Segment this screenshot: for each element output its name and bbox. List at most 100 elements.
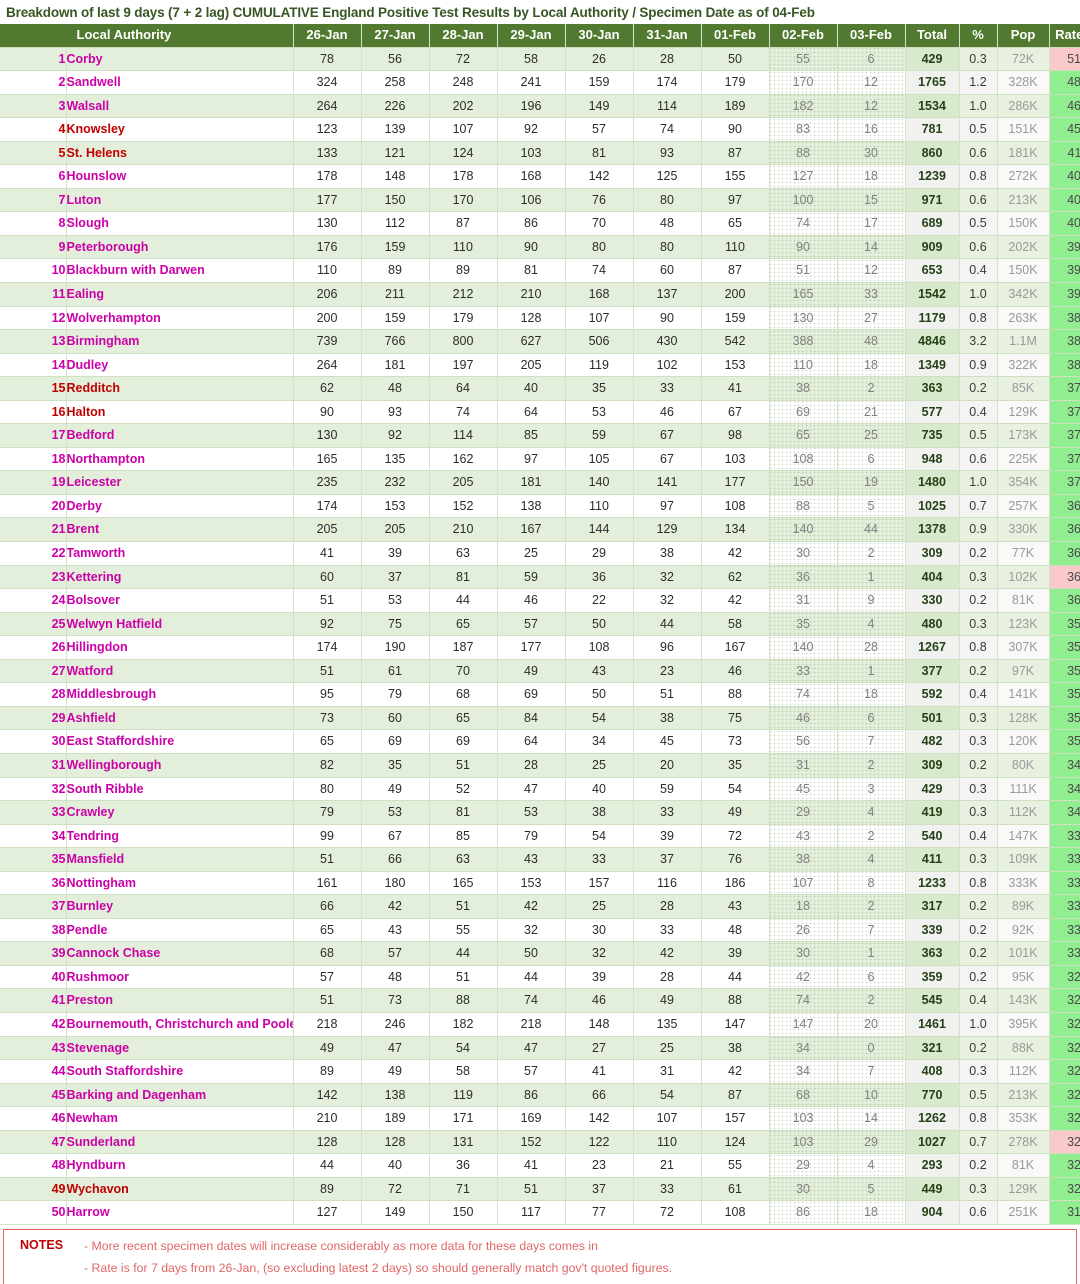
column-header-total[interactable]: Total — [905, 24, 960, 48]
row-day-value: 90 — [293, 400, 362, 425]
row-lag-day-value: 147 — [769, 1012, 838, 1037]
row-day-value: 90 — [497, 235, 566, 260]
row-rank: 49 — [0, 1177, 67, 1202]
positive-tests-table: Local Authority 26-Jan 27-Jan 28-Jan 29-… — [0, 24, 1080, 1225]
row-local-authority: Halton — [66, 400, 294, 425]
row-lag-day-value: 31 — [769, 753, 838, 778]
table-row: 24Bolsover515344462232423193300.281K360 — [0, 588, 1080, 613]
row-day-value: 210 — [293, 1106, 362, 1131]
column-header-28-jan[interactable]: 28-Jan — [429, 24, 498, 48]
row-lag-day-value: 7 — [837, 1059, 906, 1084]
row-day-value: 210 — [429, 517, 498, 543]
row-day-value: 73 — [361, 988, 430, 1013]
row-population: 92K — [997, 918, 1050, 943]
table-row: 5 St. Helens 133 121 124 103 81 93 87 88 30 860 0.6 1… — [0, 141, 1080, 166]
column-header-pop[interactable]: Pop — [997, 24, 1050, 48]
column-header-03-feb[interactable]: 03-Feb — [837, 24, 906, 48]
table-row: 43Stevenage494754472725383403210.288K327 — [0, 1036, 1080, 1061]
row-day-value: 112 — [361, 211, 430, 236]
row-day-value: 110 — [633, 1130, 702, 1155]
row-percent: 0.6 — [959, 141, 998, 166]
row-day-value: 81 — [429, 800, 498, 825]
row-percent: 0.3 — [959, 1059, 998, 1084]
row-day-value: 121 — [361, 141, 430, 166]
column-header-02-feb[interactable]: 02-Feb — [769, 24, 838, 48]
table-row: 9 Peterborough 176 159 110 90 80 80 110 90 14 909 0.… — [0, 235, 1080, 260]
row-rate: 452 — [1049, 117, 1080, 142]
row-day-value: 57 — [497, 612, 566, 637]
row-total: 377 — [905, 659, 960, 684]
row-day-value: 54 — [429, 1036, 498, 1061]
row-lag-day-value: 5 — [837, 494, 906, 519]
row-day-value: 79 — [497, 824, 566, 849]
row-local-authority: Kettering — [66, 565, 294, 590]
row-day-value: 36 — [565, 565, 634, 590]
row-percent: 0.6 — [959, 447, 998, 472]
row-day-value: 23 — [633, 659, 702, 684]
row-percent: 0.2 — [959, 918, 998, 943]
row-population: 395K — [997, 1012, 1050, 1037]
row-lag-day-value: 130 — [769, 306, 838, 331]
table-row: 12 Wolverhampton 200 159 179 128 107 90 159 130 27… — [0, 306, 1080, 331]
row-day-value: 25 — [497, 541, 566, 566]
row-day-value: 159 — [361, 235, 430, 260]
row-day-value: 128 — [361, 1130, 430, 1155]
row-local-authority: Stevenage — [66, 1036, 294, 1061]
row-day-value: 59 — [565, 423, 634, 448]
row-day-value: 800 — [429, 329, 498, 354]
row-local-authority: St. Helens — [66, 141, 294, 166]
row-day-value: 31 — [633, 1059, 702, 1084]
row-day-value: 137 — [633, 282, 702, 307]
row-lag-day-value: 30 — [769, 941, 838, 966]
row-day-value: 70 — [565, 211, 634, 236]
row-local-authority: South Ribble — [66, 777, 294, 802]
column-header-rate-sorted-desc[interactable]: Rate ▼ — [1049, 24, 1080, 48]
row-day-value: 73 — [293, 706, 362, 731]
row-day-value: 144 — [565, 517, 634, 543]
row-population: 354K — [997, 470, 1050, 495]
column-header-27-jan[interactable]: 27-Jan — [361, 24, 430, 48]
column-header-30-jan[interactable]: 30-Jan — [565, 24, 634, 48]
row-rate: 332 — [1049, 918, 1080, 943]
row-day-value: 25 — [633, 1036, 702, 1061]
row-rank: 28 — [0, 682, 67, 707]
row-local-authority: Luton — [66, 188, 294, 213]
row-day-value: 75 — [701, 706, 770, 731]
row-total: 948 — [905, 447, 960, 472]
row-population: 330K — [997, 517, 1050, 543]
row-rank: 20 — [0, 494, 67, 519]
row-day-value: 153 — [361, 494, 430, 519]
row-day-value: 148 — [565, 1012, 634, 1037]
row-rate: 469 — [1049, 94, 1080, 119]
row-lag-day-value: 8 — [837, 871, 906, 896]
row-rate: 371 — [1049, 447, 1080, 472]
row-day-value: 103 — [497, 141, 566, 166]
row-day-value: 68 — [293, 941, 362, 966]
row-lag-day-value: 0 — [837, 1036, 906, 1061]
row-day-value: 205 — [361, 517, 430, 543]
column-header-29-jan[interactable]: 29-Jan — [497, 24, 566, 48]
column-header-31-jan[interactable]: 31-Jan — [633, 24, 702, 48]
column-header-01-feb[interactable]: 01-Feb — [701, 24, 770, 48]
row-day-value: 55 — [429, 918, 498, 943]
row-rate: 350 — [1049, 729, 1080, 754]
table-row: 35Mansfield516663433337763844110.3109K33… — [0, 847, 1080, 872]
column-header-rank[interactable] — [0, 24, 67, 48]
row-rate: 319 — [1049, 1200, 1080, 1225]
row-lag-day-value: 6 — [837, 447, 906, 472]
row-total: 482 — [905, 729, 960, 754]
row-local-authority: Walsall — [66, 94, 294, 119]
row-day-value: 67 — [633, 423, 702, 448]
row-day-value: 40 — [497, 376, 566, 401]
table-row: 36 Nottingham 161 180 165 153 157 116 186 107 8 123… — [0, 871, 1080, 896]
column-header-26-jan[interactable]: 26-Jan — [293, 24, 362, 48]
row-day-value: 142 — [565, 1106, 634, 1131]
row-day-value: 56 — [361, 47, 430, 72]
column-header-percent[interactable]: % — [959, 24, 998, 48]
row-day-value: 64 — [429, 376, 498, 401]
row-population: 80K — [997, 753, 1050, 778]
column-header-local-authority[interactable]: Local Authority — [66, 24, 294, 48]
row-population: 81K — [997, 1153, 1050, 1178]
row-rank: 26 — [0, 635, 67, 660]
row-percent: 1.0 — [959, 1012, 998, 1037]
